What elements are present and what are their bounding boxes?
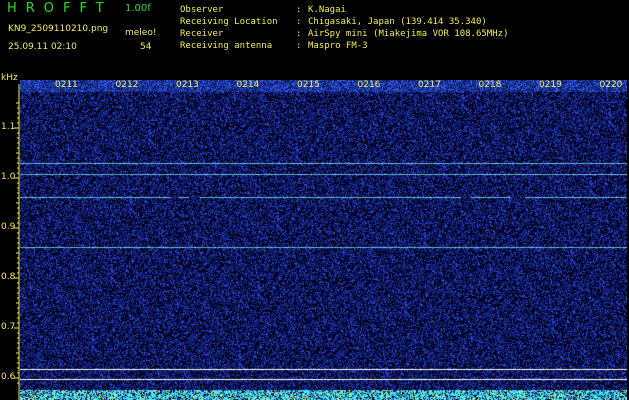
meleo-label: meleo!: [125, 28, 157, 38]
info-receiver-value: AirSpy mini (Miakejima VOR 108.65MHz): [308, 29, 509, 39]
x-tick-label: 0218: [478, 80, 502, 90]
x-tick-label: 0219: [539, 80, 562, 90]
info-antenna-value: Maspro FM-3: [308, 41, 368, 51]
y-tick-label: 1.0: [1, 172, 16, 182]
x-tick-label: 0217: [418, 80, 441, 90]
y-tick-label: 0.6: [1, 372, 16, 382]
meleo-value: 54: [140, 42, 152, 52]
info-observer-sep: :: [296, 5, 302, 15]
info-antenna-label: Receiving antenna: [180, 41, 273, 51]
spectrogram: [20, 80, 627, 400]
x-tick-label: 0220: [599, 80, 623, 90]
y-tick-label: 0.9: [1, 222, 16, 232]
info-observer-value: K.Nagai: [308, 5, 346, 15]
info-location-value: Chigasaki, Japan (139.414 35.340): [308, 17, 487, 27]
y-tick-label: 1.1: [1, 122, 16, 132]
x-tick-label: 0213: [176, 80, 199, 90]
info-receiver-sep: :: [296, 29, 302, 39]
x-tick-label: 0211: [55, 80, 78, 90]
x-tick-label: 0212: [115, 80, 139, 90]
app-title: HROFFT: [7, 1, 113, 16]
x-tick-label: 0214: [236, 80, 260, 90]
info-observer-label: Observer: [180, 5, 224, 15]
info-location-sep: :: [296, 17, 302, 27]
file-datetime: 25.09.11 02:10: [8, 42, 77, 52]
version-label: 1.00f: [125, 3, 151, 14]
info-receiver-label: Receiver: [180, 29, 224, 39]
y-tick-label: 0.8: [1, 272, 16, 282]
info-antenna-sep: :: [296, 41, 302, 51]
file-name: KN9_2509110210.png: [8, 24, 109, 34]
y-tick-label: 0.7: [1, 322, 16, 332]
info-location-label: Receiving Location: [180, 17, 278, 27]
y-axis-unit: kHz: [1, 73, 18, 83]
x-tick-label: 0215: [297, 80, 320, 90]
x-tick-label: 0216: [357, 80, 381, 90]
